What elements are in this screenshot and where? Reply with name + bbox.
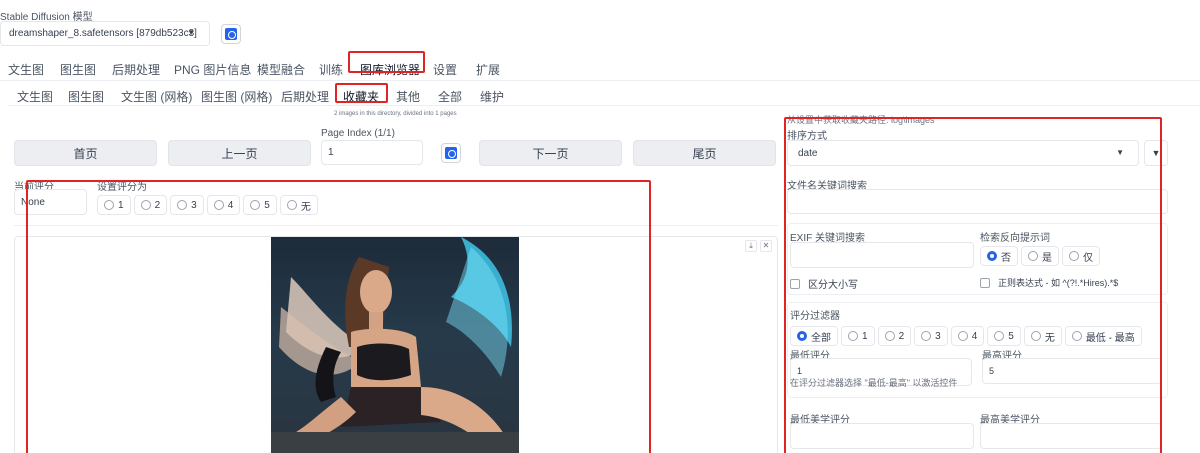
model-dropdown[interactable]: dreamshaper_8.safetensors [879db523c3] ▼ bbox=[0, 21, 210, 46]
rating-filter-options: 全部 1 2 3 4 5 无最低 - 最高 bbox=[790, 326, 1142, 346]
max-aesthetic-input[interactable] bbox=[980, 423, 1162, 449]
chevron-down-icon: ▼ bbox=[187, 28, 195, 37]
main-tab-1[interactable]: 图生图 bbox=[60, 61, 96, 78]
model-value: dreamshaper_8.safetensors [879db523c3] bbox=[9, 28, 197, 39]
min-aesthetic-input[interactable] bbox=[790, 423, 974, 449]
rating-filter-option-0[interactable]: 全部 bbox=[790, 326, 838, 346]
negative-option-1[interactable]: 是 bbox=[1021, 246, 1059, 266]
set-rating-option-4[interactable]: 5 bbox=[243, 195, 277, 215]
set-rating-option-3[interactable]: 4 bbox=[206, 195, 241, 215]
sub-tab-5[interactable]: 收藏夹 bbox=[343, 88, 379, 105]
rating-filter-option-4[interactable]: 4 bbox=[950, 326, 985, 346]
main-tab-6[interactable]: 图库浏览器 bbox=[360, 61, 420, 78]
negative-prompt-group: 否是仅 bbox=[980, 246, 1100, 266]
favorites-path-hint: 从设置中获取收藏夹路径: log\images bbox=[787, 115, 935, 125]
sub-tab-8[interactable]: 维护 bbox=[480, 88, 504, 105]
negative-option-2[interactable]: 仅 bbox=[1062, 246, 1100, 266]
sub-tab-2[interactable]: 文生图 (网格) bbox=[121, 88, 192, 105]
sort-dropdown[interactable]: date ▼ bbox=[787, 140, 1139, 166]
rating-filter-option-6[interactable]: 无 bbox=[1023, 326, 1062, 346]
filename-search-input[interactable] bbox=[787, 189, 1168, 214]
main-tab-3[interactable]: PNG 图片信息 bbox=[174, 61, 251, 78]
first-page-button[interactable]: 首页 bbox=[14, 140, 157, 166]
set-rating-option-5[interactable]: 无 bbox=[279, 195, 318, 215]
case-sensitive-checkbox[interactable]: 区分大小写 bbox=[790, 276, 858, 291]
current-rating-field: None bbox=[14, 189, 87, 215]
rating-filter-label: 评分过滤器 bbox=[790, 311, 840, 322]
set-rating-label: 设置评分为 bbox=[97, 182, 147, 193]
sub-tab-7[interactable]: 全部 bbox=[438, 88, 462, 105]
model-refresh-button[interactable] bbox=[221, 24, 241, 44]
main-tab-0[interactable]: 文生图 bbox=[8, 61, 44, 78]
close-icon[interactable]: ✕ bbox=[760, 240, 772, 252]
sub-tab-4[interactable]: 后期处理 bbox=[281, 88, 329, 105]
prev-page-button[interactable]: 上一页 bbox=[168, 140, 311, 166]
download-icon[interactable]: ⤓ bbox=[745, 240, 757, 252]
gallery-info: 2 images in this directory, divided into… bbox=[334, 111, 457, 117]
set-rating-option-1[interactable]: 2 bbox=[133, 195, 168, 215]
last-page-button[interactable]: 尾页 bbox=[633, 140, 776, 166]
rating-filter-option-2[interactable]: 2 bbox=[877, 326, 912, 346]
rating-filter-option-5[interactable]: 5 bbox=[987, 326, 1021, 346]
set-rating-option-2[interactable]: 3 bbox=[170, 195, 204, 215]
sub-tab-6[interactable]: 其他 bbox=[396, 88, 420, 105]
sub-tab-0[interactable]: 文生图 bbox=[17, 88, 53, 105]
regex-checkbox[interactable]: 正则表达式 - 如 ^(?!.*Hires).*$ bbox=[980, 276, 1118, 289]
main-tab-4[interactable]: 模型融合 bbox=[257, 61, 305, 78]
max-rating-field[interactable]: 5 bbox=[982, 358, 1162, 384]
set-rating-group: 12345无 bbox=[97, 195, 318, 215]
min-rating-hint: 在评分过滤器选择 "最低-最高" 以激活控件 bbox=[790, 378, 958, 388]
main-tab-7[interactable]: 设置 bbox=[433, 61, 457, 78]
page-index-input[interactable]: 1 bbox=[321, 140, 423, 165]
rating-filter-option-3[interactable]: 3 bbox=[914, 326, 948, 346]
sort-direction-button[interactable]: ▼ bbox=[1144, 140, 1168, 166]
rating-filter-option-1[interactable]: 1 bbox=[841, 326, 875, 346]
negative-option-0[interactable]: 否 bbox=[980, 246, 1018, 266]
refresh-icon bbox=[225, 28, 237, 40]
main-tab-8[interactable]: 扩展 bbox=[476, 61, 500, 78]
page-refresh-button[interactable] bbox=[441, 143, 461, 163]
refresh-icon bbox=[445, 147, 457, 159]
rating-filter-option-7[interactable]: 最低 - 最高 bbox=[1064, 326, 1142, 346]
exif-search-input[interactable] bbox=[790, 242, 974, 268]
set-rating-option-0[interactable]: 1 bbox=[97, 195, 131, 215]
sub-tab-1[interactable]: 图生图 bbox=[68, 88, 104, 105]
page-index-label: Page Index (1/1) bbox=[321, 128, 395, 139]
main-tab-5[interactable]: 训练 bbox=[319, 61, 343, 78]
main-tab-2[interactable]: 后期处理 bbox=[112, 61, 160, 78]
next-page-button[interactable]: 下一页 bbox=[479, 140, 622, 166]
gallery-image[interactable] bbox=[271, 237, 519, 453]
sub-tab-3[interactable]: 图生图 (网格) bbox=[201, 88, 272, 105]
chevron-down-icon: ▼ bbox=[1116, 148, 1124, 157]
negative-prompt-label: 检索反向提示词 bbox=[980, 233, 1050, 244]
caret-down-icon: ▼ bbox=[1151, 148, 1161, 158]
